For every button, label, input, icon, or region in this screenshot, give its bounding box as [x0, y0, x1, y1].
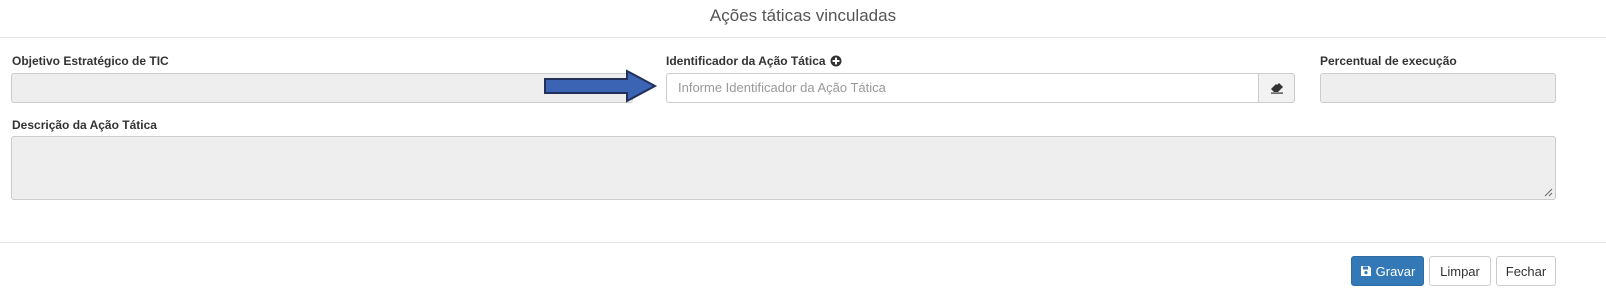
descricao-label: Descrição da Ação Tática: [12, 118, 157, 132]
modal-title-text: Ações táticas vinculadas: [709, 6, 897, 25]
plus-circle-icon[interactable]: [830, 55, 842, 67]
eraser-icon: [1270, 83, 1283, 94]
identificador-label-row: Identificador da Ação Tática: [666, 54, 842, 68]
clear-button-label: Limpar: [1440, 263, 1480, 279]
percentual-label: Percentual de execução: [1320, 54, 1457, 68]
arrow-right-icon: [544, 69, 658, 103]
close-button[interactable]: Fechar: [1496, 256, 1556, 286]
footer-divider: [0, 242, 1606, 243]
descricao-textarea: [11, 136, 1556, 200]
save-button[interactable]: Gravar: [1351, 256, 1424, 286]
objetivo-label: Objetivo Estratégico de TIC: [12, 54, 169, 68]
resize-grip-icon: [1544, 188, 1553, 197]
clear-button[interactable]: Limpar: [1429, 256, 1491, 286]
identificador-input[interactable]: Informe Identificador da Ação Tática: [666, 73, 1259, 103]
floppy-disk-icon: [1360, 266, 1371, 276]
percentual-field: [1320, 73, 1556, 103]
close-button-label: Fechar: [1505, 263, 1547, 279]
identificador-label: Identificador da Ação Tática: [666, 54, 826, 68]
modal-title: Ações táticas vinculadas: [0, 0, 1606, 38]
objetivo-field: [11, 73, 633, 103]
save-button-label: Gravar: [1375, 263, 1416, 279]
clear-identificador-button[interactable]: [1259, 73, 1295, 103]
